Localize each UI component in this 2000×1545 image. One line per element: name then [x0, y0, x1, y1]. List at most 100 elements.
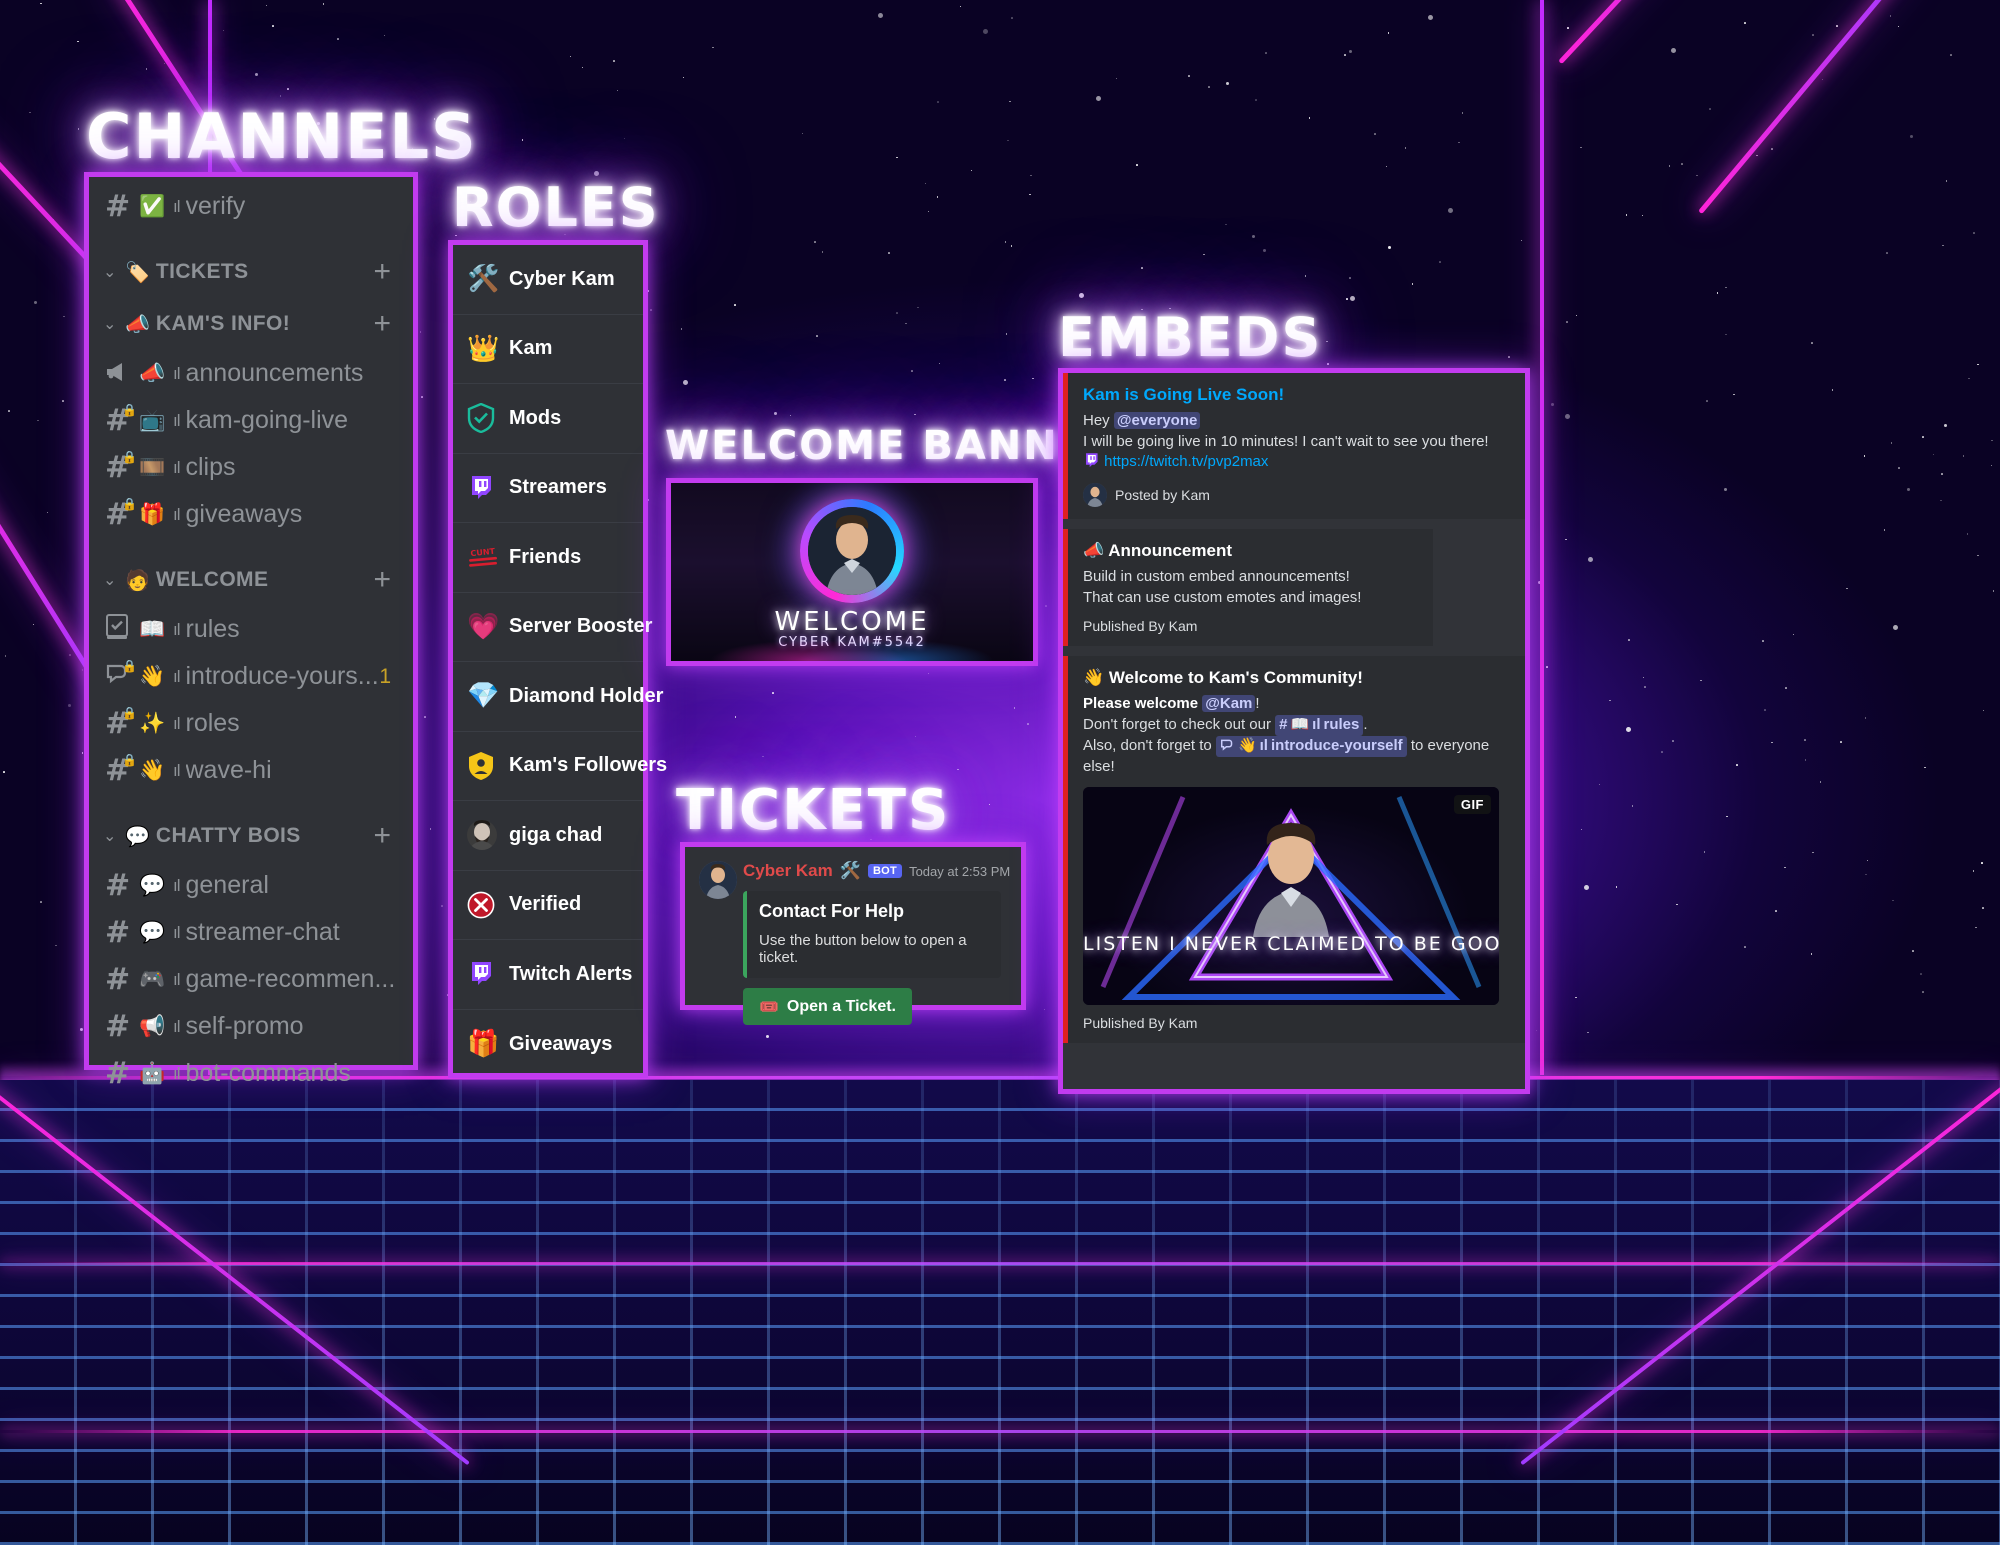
tickets-panel: Cyber Kam 🛠️ BOT Today at 2:53 PM Contac…: [680, 842, 1026, 1025]
embeds-panel: Kam is Going Live Soon! Hey @everyone I wi…: [1058, 368, 1530, 1094]
channel-name: giveaways: [185, 500, 303, 528]
chip-bars-icon: ıl: [1312, 716, 1321, 734]
role-item-verified[interactable]: Verified: [453, 871, 643, 940]
hash-icon: #: [105, 914, 131, 950]
embed-title: Kam is Going Live Soon!: [1083, 385, 1509, 405]
chevron-down-icon: ⌄: [103, 316, 117, 333]
banner-reflection: [671, 609, 1033, 661]
mention-chip[interactable]: @Kam: [1202, 695, 1256, 713]
lock-icon: 🔒: [122, 496, 137, 511]
role-item-giveaways[interactable]: 🎁 Giveaways: [453, 1010, 643, 1080]
channel-item-rules[interactable]: 📖 ıl rules: [89, 606, 413, 653]
channel-item-streamer-chat[interactable]: # 💬 ıl streamer-chat: [89, 909, 413, 956]
role-item-kam[interactable]: 👑 Kam: [453, 315, 643, 384]
embed-text: !: [1255, 695, 1260, 713]
category-welcome[interactable]: ⌄ 🧑 WELCOME +: [89, 554, 413, 606]
person-badge-icon: [467, 751, 509, 781]
role-name: Twitch Alerts: [509, 962, 633, 985]
chip-name: introduce-yourself: [1270, 736, 1403, 754]
ticket-embed-title: Contact For Help: [759, 901, 905, 921]
category-kam-s-info-[interactable]: ⌄ 📣 KAM'S INFO! +: [89, 298, 413, 350]
embed-text: I will be going live in 10 minutes! I ca…: [1083, 432, 1489, 450]
channel-item-verify[interactable]: # ✅ ıl verify: [89, 183, 413, 230]
ticket-embed: Contact For Help Use the button below to…: [743, 891, 1001, 978]
mention-chip[interactable]: @everyone: [1113, 412, 1201, 429]
channel-item-bot-commands[interactable]: # 🤖 ıl bot-commands: [89, 1050, 413, 1097]
role-item-giga-chad[interactable]: giga chad: [453, 801, 643, 871]
role-item-server-booster[interactable]: 💗 Server Booster: [453, 593, 652, 662]
category-emoji-icon: 📣: [125, 312, 150, 336]
channel-item-introduce-yours-[interactable]: 🔒 👋 ıl introduce-yours... 1: [89, 653, 413, 700]
embed-footer-avatar: [1083, 483, 1107, 508]
role-item-diamond-holder[interactable]: 💎 Diamond Holder: [453, 662, 663, 732]
channel-item-kam-going-live[interactable]: # 🔒 📺 ıl kam-going-live: [89, 397, 413, 444]
embed-line: I will be going live in 10 minutes! I ca…: [1083, 432, 1509, 453]
channel-bars-icon: ıl: [173, 619, 180, 639]
chip-emoji-icon: 📖: [1290, 716, 1310, 734]
channel-chip[interactable]: 👋 ıl introduce-yourself: [1215, 735, 1407, 757]
channel-bars-icon: ıl: [173, 410, 180, 430]
channel-item-roles[interactable]: # 🔒 ✨ ıl roles: [89, 700, 413, 747]
embed-title: 👋 Welcome to Kam's Community!: [1083, 668, 1509, 688]
heading-embeds: EMBEDS: [1058, 306, 1323, 369]
embed-title-emoji-icon: 👋: [1083, 668, 1109, 688]
channel-chip[interactable]: # 📖 ıl rules: [1275, 715, 1364, 736]
twitch-alerts-icon: [467, 960, 509, 988]
hash-icon: # 🔒: [105, 752, 137, 788]
embed-link[interactable]: https://twitch.tv/pvp2max: [1104, 453, 1268, 470]
embed-gap: [1063, 646, 1525, 657]
welcome-banner-panel: WELCOME CYBER KAM#5542: [666, 478, 1038, 666]
channel-item-self-promo[interactable]: # 📢 ıl self-promo: [89, 1003, 413, 1050]
role-item-twitch-alerts[interactable]: Twitch Alerts: [453, 940, 643, 1010]
embed-line: That can use custom emotes and images!: [1083, 588, 1417, 609]
twitch-icon: [467, 474, 509, 502]
embed-footer-text: Posted by Kam: [1115, 487, 1210, 504]
channel-item-general[interactable]: # 💬 ıl general: [89, 862, 413, 909]
channel-name: verify: [185, 192, 246, 220]
embed-line: Build in custom embed announcements!: [1083, 567, 1417, 588]
ticket-icon: 🎟️: [759, 997, 779, 1016]
announcement-icon: [105, 359, 139, 389]
embed-line: Hey @everyone: [1083, 411, 1509, 432]
category-tickets[interactable]: ⌄ 🏷️ TICKETS +: [89, 246, 413, 298]
role-item-cyber-kam[interactable]: 🛠️ Cyber Kam: [453, 245, 643, 315]
banner-avatar-ring: [800, 499, 904, 603]
embed-card-2: 📣 Announcement Build in custom embed anno…: [1063, 529, 1433, 647]
heading-tickets: TICKETS: [676, 778, 951, 843]
diamond-icon: 💎: [467, 681, 500, 712]
shield-check-icon: [467, 403, 509, 434]
embed-line: https://twitch.tv/pvp2max: [1083, 452, 1509, 473]
channel-badge: 1: [379, 664, 391, 688]
chevron-down-icon: ⌄: [103, 572, 117, 589]
channel-item-giveaways[interactable]: # 🔒 🎁 ıl giveaways: [89, 491, 413, 538]
channel-item-wave-hi[interactable]: # 🔒 👋 ıl wave-hi: [89, 747, 413, 794]
open-a-ticket-button[interactable]: 🎟️ Open a Ticket.: [743, 988, 912, 1025]
channel-name: clips: [185, 453, 236, 481]
role-item-streamers[interactable]: Streamers: [453, 454, 643, 523]
category-chatty-bois[interactable]: ⌄ 💬 CHATTY BOIS +: [89, 810, 413, 862]
hash-icon: # 🔒: [105, 496, 137, 532]
hash-icon: # 🔒: [105, 705, 137, 741]
channel-item-game-recommen-[interactable]: # 🎮 ıl game-recommen...: [89, 956, 413, 1003]
channel-emoji-icon: 🎞️: [139, 455, 166, 479]
channel-emoji-icon: 📣: [139, 361, 166, 385]
gift-icon: 🎁: [467, 1029, 500, 1060]
avatar-portrait-icon: [699, 861, 737, 899]
channel-bars-icon: ıl: [173, 760, 180, 780]
role-name: Kam's Followers: [509, 754, 668, 777]
embed-gif[interactable]: GIF LISTEN I NEVER CLAIMED TO BE GOOD..: [1083, 787, 1499, 1006]
role-item-friends[interactable]: CUNT Friends: [453, 523, 643, 593]
embed-card-3: 👋 Welcome to Kam's Community! Please welc…: [1063, 656, 1525, 1044]
bot-badge: BOT: [867, 864, 903, 878]
role-item-kam-s-followers[interactable]: Kam's Followers: [453, 732, 667, 801]
lock-icon: 🔒: [122, 752, 137, 767]
lock-icon: 🔒: [122, 449, 137, 464]
embed-line: Also, don't forget to 👋 ıl introduce-yours…: [1083, 735, 1509, 777]
channel-item-announcements[interactable]: 📣 ıl announcements: [89, 350, 413, 397]
channel-item-clips[interactable]: # 🔒 🎞️ ıl clips: [89, 444, 413, 491]
chevron-down-icon: ⌄: [103, 828, 117, 845]
role-item-mods[interactable]: Mods: [453, 384, 643, 454]
channel-emoji-icon: ✨: [139, 711, 166, 735]
role-name: Streamers: [509, 476, 607, 499]
role-name: Kam: [509, 337, 553, 360]
